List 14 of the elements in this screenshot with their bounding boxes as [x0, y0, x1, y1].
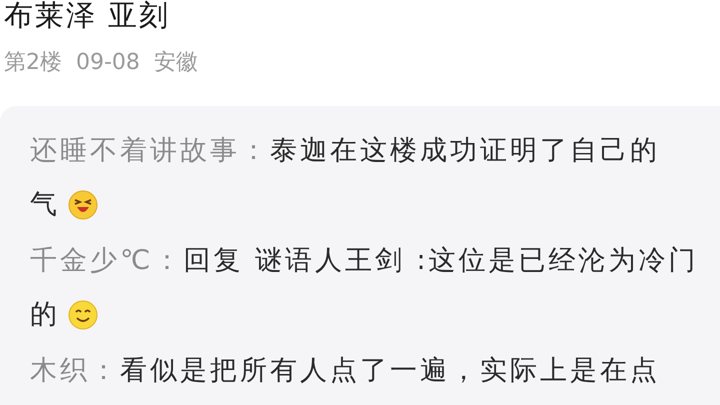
reply-text: 看似是把所有人点了一遍，实际上是在点 [120, 354, 660, 388]
smile-emoji-icon [68, 300, 98, 330]
floor-number: 第2楼 [4, 49, 62, 77]
laughing-emoji-icon [68, 190, 98, 220]
post-date: 09-08 [76, 50, 140, 74]
reply-text: 泰迦在这楼成功证明了自己的 [270, 134, 660, 168]
post-text: 布莱泽 亚刻 [3, 0, 172, 32]
post-location: 安徽 [154, 49, 198, 77]
reply-text: 气 [30, 188, 60, 222]
reply-author[interactable]: 千金少℃： [30, 244, 184, 278]
reply-author[interactable]: 还睡不着讲故事： [30, 134, 270, 168]
reply-author[interactable]: 木织： [30, 354, 120, 388]
reply-text: 的 [30, 298, 60, 332]
reply-text: 回复 谜语人王剑 :这位是已经沦为冷门 [183, 244, 699, 278]
